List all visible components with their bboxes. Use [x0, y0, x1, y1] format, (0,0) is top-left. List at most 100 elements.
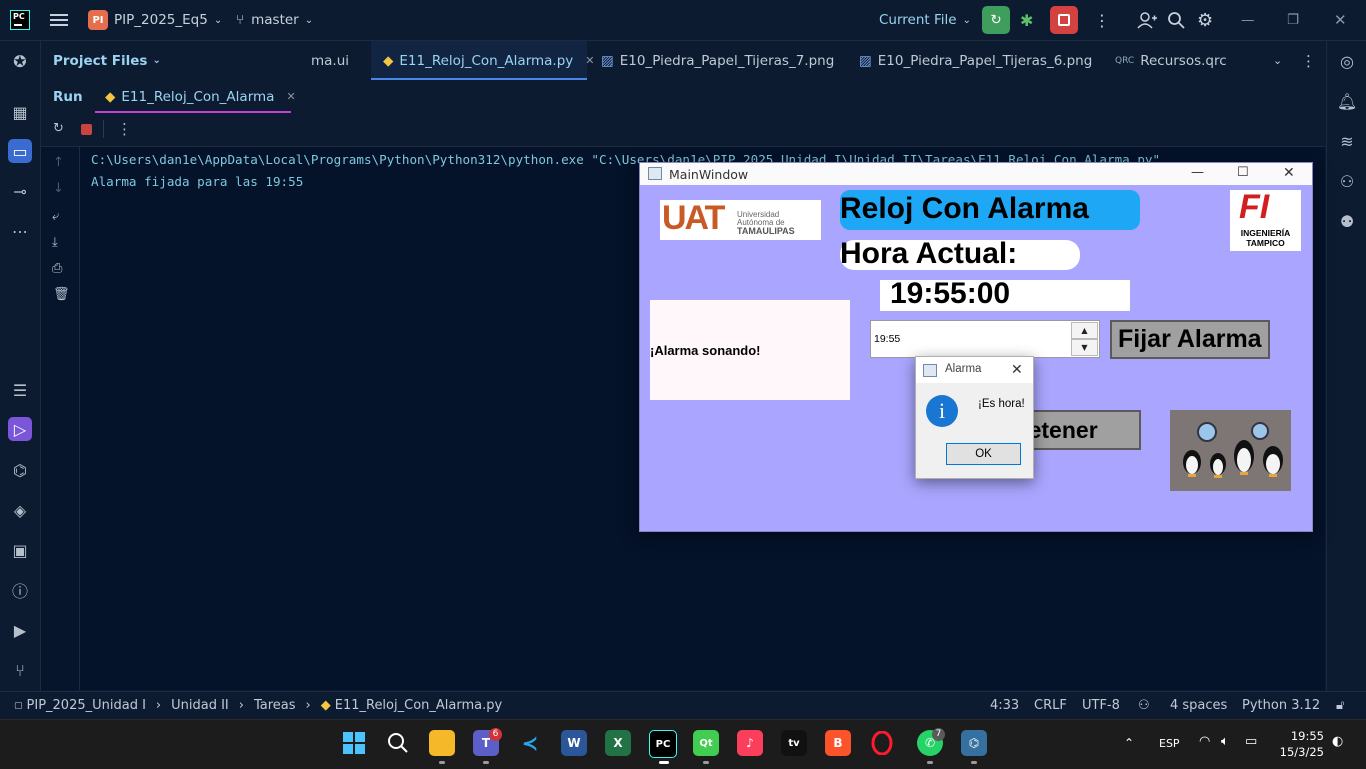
line-separator[interactable]: CRLF — [1034, 692, 1067, 719]
more-actions-icon[interactable]: ⋮ — [117, 120, 132, 138]
database-icon[interactable]: ≋ — [1335, 129, 1359, 153]
windows-start-icon[interactable] — [341, 730, 367, 756]
spin-down-button[interactable]: ▼ — [1071, 339, 1098, 356]
rerun-icon[interactable]: ↻ — [53, 121, 64, 136]
brave-icon[interactable]: B — [825, 730, 851, 756]
breadcrumb-item[interactable]: E11_Reloj_Con_Alarma.py — [335, 698, 502, 713]
spin-up-button[interactable]: ▲ — [1071, 322, 1098, 339]
more-actions-icon[interactable]: ⋮ — [1094, 0, 1110, 40]
chevron-up-icon[interactable]: ⌃ — [1124, 736, 1134, 750]
lock-icon[interactable]: 🔓︎ — [1336, 692, 1344, 719]
cursor-position[interactable]: 4:33 — [990, 692, 1019, 719]
clock-date[interactable]: 15/3/25 — [1278, 745, 1324, 759]
main-menu-icon[interactable] — [50, 0, 68, 40]
rerun-button[interactable]: ↻ — [982, 0, 1010, 40]
music-icon[interactable]: ♪ — [737, 730, 763, 756]
debug-button[interactable]: ✱ — [1020, 0, 1033, 40]
qt-designer-icon[interactable]: Qt — [693, 730, 719, 756]
tab-e10-png-6[interactable]: ▨ E10_Piedra_Papel_Tijeras_6.png — [859, 41, 1092, 80]
close-icon[interactable]: ✕ — [1334, 0, 1347, 40]
ok-button[interactable]: OK — [946, 443, 1021, 465]
layers-icon[interactable]: ◈ — [8, 498, 32, 522]
run-config-selector[interactable]: Current File ⌄ — [879, 0, 971, 40]
commit-icon[interactable]: ⊸ — [8, 179, 32, 203]
battery-icon[interactable]: ▭ — [1245, 734, 1257, 749]
opera-icon[interactable] — [869, 730, 895, 756]
close-icon[interactable]: ✕ — [1011, 361, 1023, 378]
apple-tv-icon[interactable]: tv — [781, 730, 807, 756]
project-folder-icon[interactable]: ▭ — [8, 139, 32, 163]
soft-wrap-icon[interactable]: ⤶ — [52, 209, 59, 224]
word-icon[interactable]: W — [561, 730, 587, 756]
tab-e10-png-7[interactable]: ▨ E10_Piedra_Papel_Tijeras_7.png — [601, 41, 834, 80]
more-tabs-icon[interactable]: ⋮ — [1301, 41, 1316, 80]
search-icon[interactable] — [1167, 0, 1185, 40]
scroll-to-end-icon[interactable]: ⤓ — [52, 235, 58, 250]
notifications-icon[interactable]: 🔔︎ — [1335, 89, 1359, 113]
project-selector[interactable]: PI PIP_2025_Eq5 ⌄ — [88, 0, 222, 40]
arrow-up-icon[interactable]: ↑ — [53, 155, 64, 170]
dialog-title-bar: Alarma ✕ — [916, 357, 1033, 383]
terminal-icon[interactable]: ▣ — [8, 538, 32, 562]
print-icon[interactable]: ⎙ — [52, 261, 62, 276]
trash-icon[interactable]: 🗑︎ — [53, 287, 70, 302]
input-language[interactable]: ESP — [1159, 737, 1180, 750]
copilot-icon[interactable]: ⚇ — [1335, 169, 1359, 193]
clock-time[interactable]: 19:55 — [1278, 729, 1324, 743]
search-icon[interactable] — [385, 730, 411, 756]
tabs-overflow-icon[interactable]: ⌄ — [1273, 41, 1282, 80]
close-icon[interactable]: ✕ — [585, 54, 594, 67]
ai-assistant-icon[interactable]: ◎ — [1335, 49, 1359, 73]
pycharm-logo[interactable]: PC — [10, 10, 30, 30]
breadcrumb-item[interactable]: Tareas — [254, 698, 296, 713]
plugins-icon[interactable]: ▦ — [8, 100, 32, 124]
alarm-time-edit[interactable]: 19:55 ▲ ▼ — [870, 320, 1100, 358]
excel-icon[interactable]: X — [605, 730, 631, 756]
services-icon[interactable]: ▶ — [8, 618, 32, 642]
branch-selector[interactable]: ⑂ master ⌄ — [236, 0, 313, 40]
copilot-chat-icon[interactable]: ⚉ — [1335, 209, 1359, 233]
python-interpreter[interactable]: Python 3.12 — [1242, 692, 1320, 719]
copilot-status-icon[interactable]: ⚇ — [1138, 692, 1150, 719]
structure-icon[interactable]: ☰ — [8, 378, 32, 402]
file-encoding[interactable]: UTF-8 — [1082, 692, 1120, 719]
indent-setting[interactable]: 4 spaces — [1170, 692, 1227, 719]
more-tools-icon[interactable]: ⋯ — [8, 219, 32, 243]
gear-icon[interactable]: ⚙ — [1197, 0, 1213, 40]
uat-logo: UAT Universidad Autónoma de TAMAULIPAS — [660, 199, 821, 240]
git-icon[interactable]: ⑂ — [8, 658, 32, 682]
learn-icon[interactable]: ✪ — [8, 49, 32, 73]
add-user-icon[interactable] — [1137, 0, 1157, 40]
maximize-icon[interactable]: ☐ — [1237, 165, 1249, 180]
stop-icon[interactable] — [81, 124, 92, 135]
run-config-tab[interactable]: ◆ E11_Reloj_Con_Alarma ✕ — [105, 80, 296, 113]
python-icon[interactable]: ⌬ — [961, 730, 987, 756]
minimize-icon[interactable]: — — [1241, 0, 1255, 40]
breadcrumb-item[interactable]: PIP_2025_Unidad I — [27, 698, 146, 713]
wifi-icon[interactable]: ◠ — [1199, 734, 1210, 749]
close-icon[interactable]: ✕ — [1283, 165, 1295, 181]
set-alarm-button[interactable]: Fijar Alarma — [1110, 320, 1270, 359]
volume-icon[interactable]: 🔈︎ — [1221, 734, 1229, 749]
minimize-icon[interactable]: — — [1191, 165, 1204, 180]
breadcrumb-item[interactable]: Unidad II — [171, 698, 229, 713]
close-icon[interactable]: ✕ — [286, 90, 295, 103]
tab-recursos-qrc[interactable]: QRC Recursos.qrc — [1115, 41, 1227, 80]
project-files-dropdown[interactable]: Project Files ⌄ — [53, 41, 161, 80]
tab-ui-file[interactable]: ma.ui — [311, 41, 349, 80]
problems-icon[interactable]: ⓘ — [8, 578, 32, 602]
arrow-down-icon[interactable]: ↓ — [53, 181, 64, 196]
fi-logo-line1: INGENIERÍA — [1240, 228, 1291, 238]
stop-button[interactable] — [1050, 0, 1078, 40]
python-packages-icon[interactable]: ⌬ — [8, 458, 32, 482]
vscode-icon[interactable]: ≺ — [517, 730, 543, 756]
notification-center-icon[interactable]: ◐ — [1332, 734, 1343, 749]
tab-e11-reloj[interactable]: ◆ E11_Reloj_Con_Alarma.py ✕ — [371, 41, 595, 80]
file-explorer-icon[interactable] — [429, 730, 455, 756]
pycharm-icon[interactable]: PC — [649, 730, 677, 758]
alarm-status-label: ¡Alarma sonando! — [650, 343, 761, 358]
run-tool-icon[interactable]: ▷ — [8, 417, 32, 441]
active-indicator — [659, 761, 669, 764]
maximize-icon[interactable]: ❐ — [1287, 0, 1299, 40]
chevron-down-icon: ⌄ — [213, 14, 223, 26]
